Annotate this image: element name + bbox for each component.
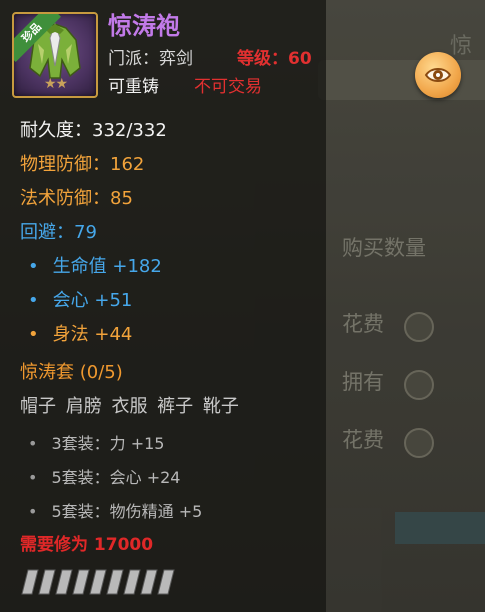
bullet-dot: •	[28, 290, 39, 311]
coin-icon	[404, 312, 434, 342]
bullet-dot: •	[28, 256, 39, 277]
owned-label: 拥有	[342, 370, 384, 394]
bonus-label: 身法	[52, 324, 89, 345]
gauge-segment	[106, 569, 124, 595]
buy-quantity-label: 购买数量	[342, 236, 426, 260]
bullet-dot: •	[28, 502, 38, 521]
bonus-value: +182	[112, 256, 162, 277]
gauge-segment	[123, 569, 141, 595]
quality-stars: ★★	[44, 76, 68, 92]
level-value: 60	[288, 49, 312, 69]
dodge-stat: 回避：79	[20, 218, 97, 244]
bonus-label: 会心	[52, 290, 89, 311]
spend-label: 花费	[342, 312, 384, 336]
item-icon-frame: 珍品 ★★	[12, 12, 98, 98]
magic-defense-value: 85	[110, 188, 133, 209]
bonus-label: 生命值	[52, 256, 107, 277]
coin-icon	[404, 428, 434, 458]
durability-label: 耐久度：	[20, 120, 92, 141]
preview-eye-button[interactable]	[415, 52, 461, 98]
physical-defense-value: 162	[110, 154, 145, 175]
set-bonus-text: 5套装：会心 +24	[51, 468, 181, 487]
bullet-dot: •	[28, 324, 39, 345]
physical-defense-label: 物理防御：	[20, 154, 110, 175]
faction-value: 弈剑	[159, 49, 193, 69]
set-bonus-line: • 3套装：力 +15	[28, 430, 164, 454]
gauge-segment	[140, 569, 158, 595]
set-pieces: 帽子 肩膀 衣服 裤子 靴子	[20, 396, 239, 417]
item-name: 惊涛袍	[108, 12, 180, 40]
gauge-segment	[21, 569, 39, 595]
durability-value: 332/332	[92, 120, 167, 141]
gauge-segment	[38, 569, 56, 595]
magic-defense-stat: 法术防御：85	[20, 184, 133, 210]
recast-status: 可重铸	[108, 77, 159, 97]
trade-status: 不可交易	[194, 77, 262, 97]
set-title: 惊涛套 (0/5)	[20, 362, 123, 383]
bonus-stat-agility: • 身法 +44	[28, 320, 132, 346]
faction-line: 门派：弈剑	[108, 44, 193, 69]
bonus-stat-hp: • 生命值 +182	[28, 252, 162, 278]
level-requirement: 等级：60	[237, 44, 312, 69]
gauge-segment	[55, 569, 73, 595]
bullet-dot: •	[28, 468, 38, 487]
physical-defense-stat: 物理防御：162	[20, 150, 144, 176]
gauge-segment	[72, 569, 90, 595]
bonus-value: +51	[94, 290, 133, 311]
set-bonus-line: • 5套装：会心 +24	[28, 464, 180, 488]
dodge-value: 79	[74, 222, 97, 243]
bullet-dot: •	[28, 434, 38, 453]
coin-icon	[404, 370, 434, 400]
eye-icon	[424, 68, 452, 82]
shop-bottom-strip	[395, 512, 485, 544]
magic-defense-label: 法术防御：	[20, 188, 110, 209]
durability-stat: 耐久度：332/332	[20, 116, 167, 142]
shop-title-fragment: 惊	[450, 34, 473, 59]
set-bonus-text: 5套装：物伤精通 +5	[51, 502, 203, 521]
item-tooltip: 珍品 ★★ 惊涛袍 门派：弈剑 等级：60 可重铸 不可交易 耐久度：332/3…	[0, 0, 326, 612]
dodge-label: 回避：	[20, 222, 74, 243]
set-bonus-line: • 5套装：物伤精通 +5	[28, 498, 202, 522]
spend-label: 花费	[342, 428, 384, 452]
durability-gauge	[21, 569, 175, 595]
bonus-value: +44	[94, 324, 133, 345]
faction-label: 门派：	[108, 49, 159, 69]
level-label: 等级：	[237, 49, 288, 69]
gauge-segment	[157, 569, 175, 595]
cultivation-requirement: 需要修为 17000	[20, 535, 154, 555]
bonus-stat-crit: • 会心 +51	[28, 286, 132, 312]
gauge-segment	[89, 569, 107, 595]
set-bonus-text: 3套装：力 +15	[51, 434, 165, 453]
